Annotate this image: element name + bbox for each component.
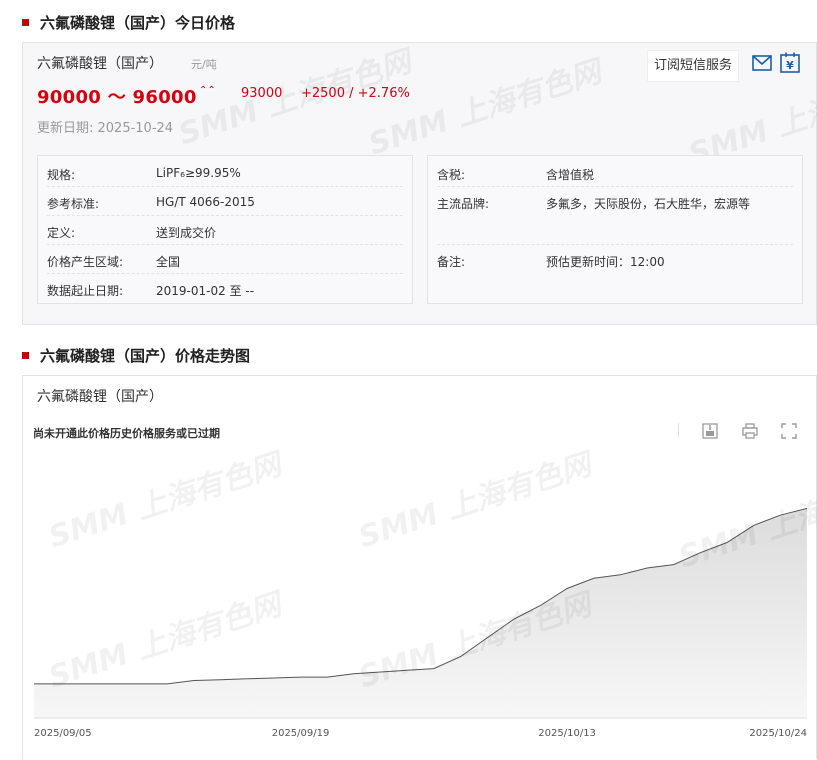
data-point[interactable] <box>566 587 569 590</box>
info-value: 2019-01-02 至 -- <box>156 284 255 298</box>
info-label: 数据起止日期: <box>47 284 124 298</box>
data-point[interactable] <box>672 563 675 566</box>
info-label: 含税: <box>437 168 466 182</box>
data-point[interactable] <box>352 672 355 675</box>
print-icon[interactable] <box>741 422 759 440</box>
info-label: 规格: <box>47 168 76 182</box>
info-row: 数据起止日期: 2019-01-02 至 -- <box>47 274 403 303</box>
average-price: 93000 <box>241 86 283 101</box>
mail-icon[interactable] <box>752 55 772 71</box>
data-point[interactable] <box>33 682 36 685</box>
brand-info-box: 含税: 含增值税 主流品牌: 多氟多，天际股份，石大胜华，宏源等 备注: 预估更… <box>427 155 803 304</box>
product-name: 六氟磷酸锂（国产） <box>37 56 163 72</box>
info-row: 主流品牌: 多氟多，天际股份，石大胜华，宏源等 <box>437 187 793 245</box>
data-point[interactable] <box>326 676 329 679</box>
section-marker <box>22 19 29 26</box>
info-label: 参考标准: <box>47 197 100 211</box>
info-label: 备注: <box>437 255 466 269</box>
series-area <box>34 508 807 718</box>
data-point[interactable] <box>86 682 89 685</box>
up-arrow-icon: ⌃⌃ <box>199 85 216 96</box>
today-price-title: 六氟磷酸锂（国产）今日价格 <box>40 14 236 32</box>
data-point[interactable] <box>166 682 169 685</box>
data-point[interactable] <box>139 682 142 685</box>
chart-subtitle: 六氟磷酸锂（国产） <box>37 389 163 405</box>
fullscreen-icon[interactable] <box>780 422 798 440</box>
info-row: 参考标准: HG/T 4066-2015 <box>47 187 403 216</box>
price-trend-title: 六氟磷酸锂（国产）价格走势图 <box>40 347 251 365</box>
info-value: 送到成交价 <box>156 226 217 240</box>
download-icon[interactable] <box>701 422 719 440</box>
info-value: 全国 <box>156 255 181 269</box>
info-row: 定义: 送到成交价 <box>47 216 403 245</box>
data-point[interactable] <box>646 567 649 570</box>
price-range: 90000 ～ 96000 <box>37 87 197 108</box>
svg-text:¥: ¥ <box>786 59 794 72</box>
price-panel: SMM 上海有色网 SMM 上海有色网 SMM 上海有色网 六氟磷酸锂（国产） … <box>22 42 817 325</box>
subscribe-sms-button[interactable]: 订阅短信服务 <box>647 50 740 82</box>
data-point[interactable] <box>219 678 222 681</box>
data-point[interactable] <box>806 507 809 510</box>
today-price-heading: 六氟磷酸锂（国产）今日价格 <box>22 12 235 33</box>
info-label: 定义: <box>47 226 76 240</box>
data-point[interactable] <box>59 682 62 685</box>
info-row: 规格: LiPF₆≥99.95% <box>47 158 403 187</box>
price-change: +2500 / +2.76% <box>301 86 410 101</box>
data-point[interactable] <box>192 679 195 682</box>
data-point[interactable] <box>299 676 302 679</box>
info-label: 主流品牌: <box>437 197 490 211</box>
price-trend-heading: 六氟磷酸锂（国产）价格走势图 <box>22 345 250 366</box>
info-row: 含税: 含增值税 <box>437 158 793 187</box>
info-value: 含增值税 <box>546 168 595 182</box>
price-unit: 元/吨 <box>191 58 217 71</box>
info-value: 预估更新时间：12:00 <box>546 255 665 269</box>
data-point[interactable] <box>752 524 755 527</box>
watermark: SMM 上海有色网 <box>364 54 606 163</box>
chart-panel: 2025/09/05 2025/09/19 2025/10/13 2025/10/24… <box>22 375 817 759</box>
x-tick-label: 2025/10/24 <box>749 728 807 739</box>
info-value: 多氟多，天际股份，石大胜华，宏源等 <box>546 197 751 211</box>
info-value: LiPF₆≥99.95% <box>156 166 241 180</box>
data-point[interactable] <box>539 604 542 607</box>
info-value: HG/T 4066-2015 <box>156 195 255 209</box>
x-tick-label: 2025/09/19 <box>272 728 330 739</box>
x-tick-label: 2025/10/13 <box>538 728 596 739</box>
service-expired-message: 尚未开通此价格历史价格服务或已过期 <box>33 427 220 440</box>
update-date: 更新日期: 2025-10-24 <box>37 121 174 136</box>
data-point[interactable] <box>113 682 116 685</box>
data-point[interactable] <box>779 514 782 517</box>
data-point[interactable] <box>272 677 275 680</box>
info-label: 价格产生区域: <box>47 255 124 269</box>
data-point[interactable] <box>486 636 489 639</box>
data-point[interactable] <box>726 541 729 544</box>
data-point[interactable] <box>379 671 382 674</box>
data-point[interactable] <box>246 677 249 680</box>
data-point[interactable] <box>406 669 409 672</box>
x-tick-label: 2025/09/05 <box>34 728 92 739</box>
data-point[interactable] <box>512 618 515 621</box>
data-point[interactable] <box>699 551 702 554</box>
toolbar-divider <box>678 423 679 437</box>
info-row: 价格产生区域: 全国 <box>47 245 403 274</box>
info-row: 备注: 预估更新时间：12:00 <box>437 245 793 274</box>
data-point[interactable] <box>459 655 462 658</box>
calendar-yuan-icon[interactable]: ¥ <box>780 52 800 73</box>
data-point[interactable] <box>432 667 435 670</box>
data-point[interactable] <box>592 577 595 580</box>
spec-info-box: 规格: LiPF₆≥99.95% 参考标准: HG/T 4066-2015 定义… <box>37 155 413 304</box>
data-point[interactable] <box>619 573 622 576</box>
section-marker <box>22 352 29 359</box>
